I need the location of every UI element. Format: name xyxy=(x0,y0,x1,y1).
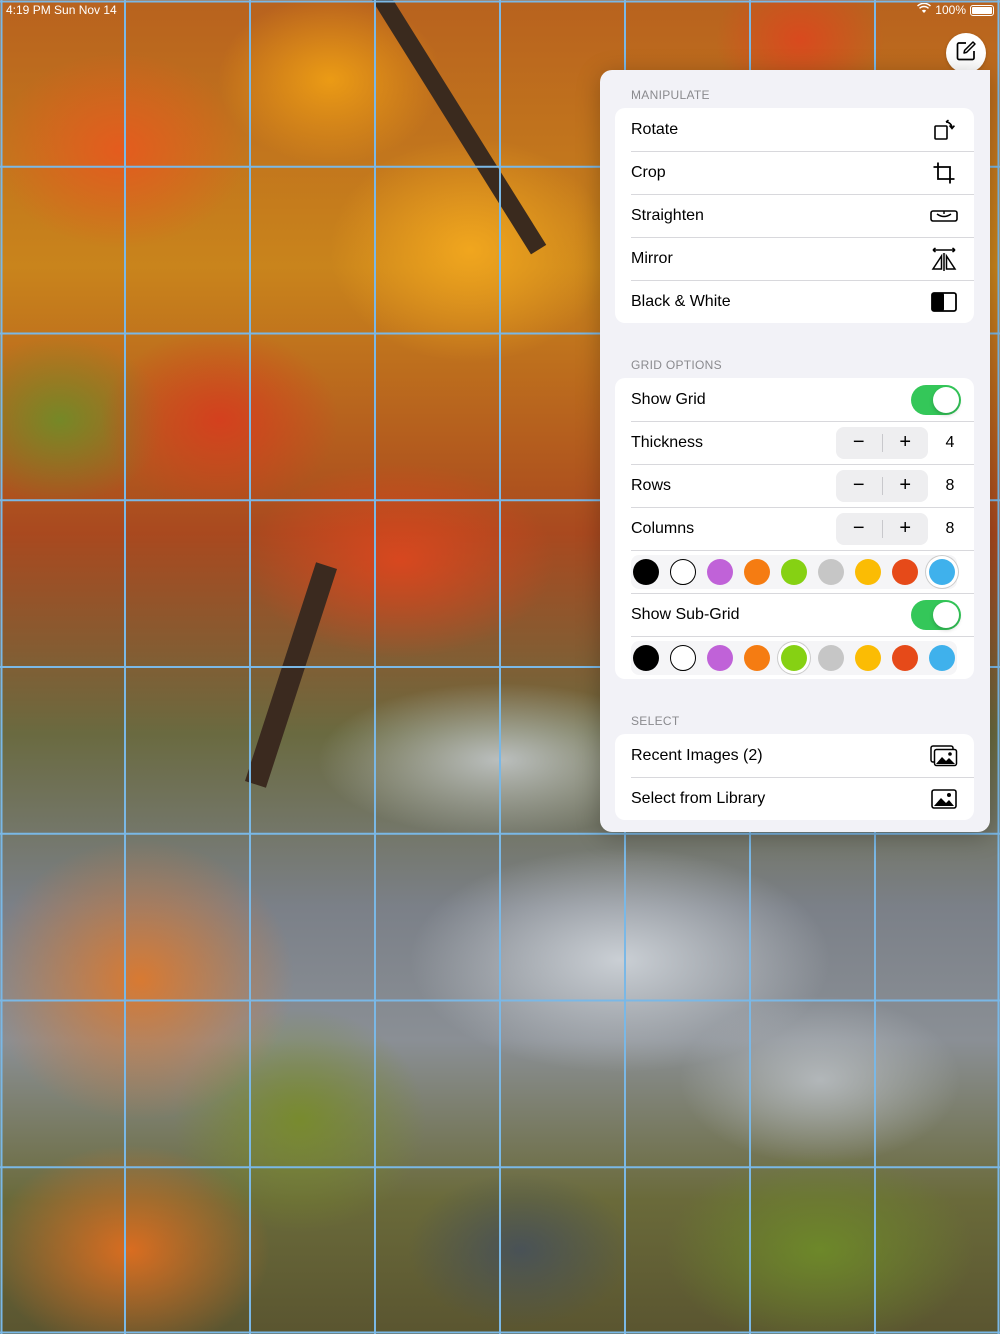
select-group: Recent Images (2) Select from Library xyxy=(615,734,974,820)
columns-label: Columns xyxy=(631,519,695,537)
thickness-increment-button[interactable]: + xyxy=(883,427,929,459)
columns-row: Columns − + 8 xyxy=(615,507,974,550)
tree-trunk xyxy=(372,0,547,255)
rows-value: 8 xyxy=(945,476,955,494)
menu-item-recent-images[interactable]: Recent Images (2) xyxy=(615,734,974,777)
section-header-select: SELECT xyxy=(631,714,680,728)
columns-decrement-button[interactable]: − xyxy=(836,513,882,545)
grid-color-row xyxy=(615,550,974,593)
thickness-stepper: − + xyxy=(836,426,929,459)
menu-item-black-white[interactable]: Black & White xyxy=(615,280,974,323)
menu-item-rotate[interactable]: Rotate xyxy=(615,108,974,151)
rows-stepper: − + xyxy=(836,469,929,502)
sub-grid-color-picker xyxy=(631,640,957,675)
photo-library-icon xyxy=(930,787,958,811)
rotate-icon xyxy=(930,118,958,142)
edit-square-icon xyxy=(955,40,977,67)
show-sub-grid-label: Show Sub-Grid xyxy=(631,605,740,623)
menu-item-straighten[interactable]: Straighten xyxy=(615,194,974,237)
menu-item-label: Mirror xyxy=(631,249,673,267)
rows-increment-button[interactable]: + xyxy=(883,470,929,502)
manipulate-group: Rotate Crop Straighten Mirror Black & Wh… xyxy=(615,108,974,323)
grid-color-picker xyxy=(631,554,957,589)
sub-grid-color-swatch[interactable] xyxy=(781,644,807,671)
sub-grid-color-swatch[interactable] xyxy=(929,644,955,671)
menu-item-label: Crop xyxy=(631,163,666,181)
grid-color-swatch[interactable] xyxy=(781,558,807,585)
grid-color-swatch[interactable] xyxy=(707,558,733,585)
options-popover: MANIPULATE Rotate Crop Straighten Mirror xyxy=(600,70,990,832)
menu-item-label: Select from Library xyxy=(631,789,766,807)
sub-grid-color-swatch[interactable] xyxy=(818,644,844,671)
section-header-manipulate: MANIPULATE xyxy=(631,88,710,102)
rows-decrement-button[interactable]: − xyxy=(836,470,882,502)
menu-item-crop[interactable]: Crop xyxy=(615,151,974,194)
columns-increment-button[interactable]: + xyxy=(883,513,929,545)
recent-images-icon xyxy=(930,744,958,768)
sub-grid-color-swatch[interactable] xyxy=(670,644,696,671)
rows-row: Rows − + 8 xyxy=(615,464,974,507)
grid-color-swatch[interactable] xyxy=(855,558,881,585)
grid-color-swatch[interactable] xyxy=(633,558,659,585)
menu-item-select-library[interactable]: Select from Library xyxy=(615,777,974,820)
straighten-icon xyxy=(930,204,958,228)
menu-item-label: Straighten xyxy=(631,206,704,224)
rows-label: Rows xyxy=(631,476,672,494)
columns-stepper: − + xyxy=(836,512,929,545)
grid-color-swatch[interactable] xyxy=(744,558,770,585)
show-grid-row: Show Grid xyxy=(615,378,974,421)
sub-grid-color-swatch[interactable] xyxy=(855,644,881,671)
crop-icon xyxy=(930,161,958,185)
thickness-label: Thickness xyxy=(631,433,704,451)
show-sub-grid-toggle[interactable] xyxy=(911,599,961,630)
sub-grid-color-swatch[interactable] xyxy=(633,644,659,671)
thickness-row: Thickness − + 4 xyxy=(615,421,974,464)
battery-icon xyxy=(970,4,994,16)
grid-color-swatch[interactable] xyxy=(670,558,696,585)
sub-grid-color-swatch[interactable] xyxy=(892,644,918,671)
grid-color-swatch[interactable] xyxy=(929,558,955,585)
sub-grid-color-swatch[interactable] xyxy=(744,644,770,671)
grid-options-group: Show Grid Thickness − + 4 Rows − + 8 Col… xyxy=(615,378,974,679)
grid-color-swatch[interactable] xyxy=(892,558,918,585)
columns-value: 8 xyxy=(945,519,955,537)
show-grid-toggle[interactable] xyxy=(911,384,961,415)
menu-item-label: Recent Images (2) xyxy=(631,746,763,764)
sub-grid-color-row xyxy=(615,636,974,679)
show-sub-grid-row: Show Sub-Grid xyxy=(615,593,974,636)
menu-item-label: Rotate xyxy=(631,120,679,138)
edit-button[interactable] xyxy=(946,33,986,73)
show-grid-label: Show Grid xyxy=(631,390,706,408)
black-white-icon xyxy=(930,290,958,314)
menu-item-mirror[interactable]: Mirror xyxy=(615,237,974,280)
tree-trunk xyxy=(245,562,337,788)
battery-percent: 100% xyxy=(935,3,966,17)
status-time: 4:19 PM Sun Nov 14 xyxy=(6,3,117,17)
mirror-icon xyxy=(930,246,958,271)
wifi-icon xyxy=(917,2,932,17)
section-header-grid-options: GRID OPTIONS xyxy=(631,358,722,372)
thickness-value: 4 xyxy=(945,433,955,451)
menu-item-label: Black & White xyxy=(631,292,731,310)
grid-color-swatch[interactable] xyxy=(818,558,844,585)
thickness-decrement-button[interactable]: − xyxy=(836,427,882,459)
sub-grid-color-swatch[interactable] xyxy=(707,644,733,671)
status-battery: 100% xyxy=(917,2,994,17)
